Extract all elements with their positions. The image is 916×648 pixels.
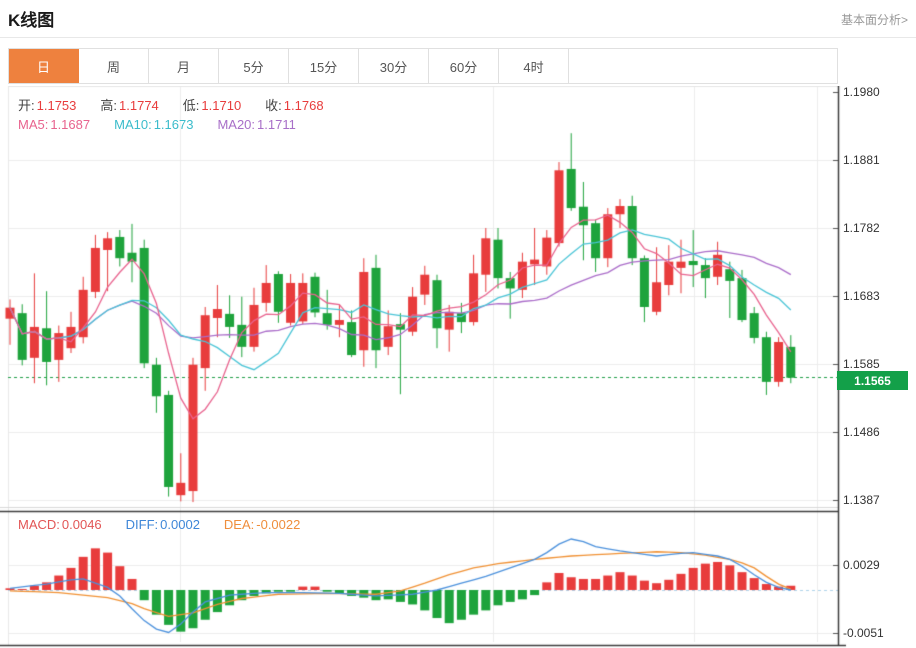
last-price-badge: 1.1565 — [837, 371, 908, 390]
y-axis-label: 1.1585 — [843, 357, 880, 371]
legend-item: 开:1.1753 — [18, 98, 82, 113]
ohlc-legend: 开:1.1753 高:1.1774 低:1.1710 收:1.1768 — [18, 95, 348, 114]
legend-item: 低:1.1710 — [183, 98, 247, 113]
period-tabbar: 日周月5分15分30分60分4时 — [8, 48, 838, 84]
period-tab-4[interactable]: 15分 — [289, 49, 359, 83]
legend-item: 收:1.1768 — [265, 98, 329, 113]
y-axis-label: 1.1782 — [843, 221, 880, 235]
page-title: K线图 — [8, 6, 54, 31]
ma-legend: MA5:1.1687 MA10:1.1673 MA20:1.1711 — [18, 117, 320, 132]
legend-item: MA20:1.1711 — [217, 117, 301, 132]
y-axis-label: 1.1980 — [843, 85, 880, 99]
period-tab-7[interactable]: 4时 — [499, 49, 569, 83]
macd-legend: MACD:0.0046 DIFF:0.0002 DEA:-0.0022 — [18, 517, 324, 532]
y-axis-label: 1.1387 — [843, 493, 880, 507]
y-axis-label: 1.1683 — [843, 289, 880, 303]
period-tab-5[interactable]: 30分 — [359, 49, 429, 83]
legend-item: 高:1.1774 — [100, 98, 164, 113]
y-axis-label: 0.0029 — [843, 558, 880, 572]
period-tab-3[interactable]: 5分 — [219, 49, 289, 83]
y-axis-label: -0.0051 — [843, 626, 884, 640]
title-divider — [0, 37, 916, 38]
fundamental-analysis-link[interactable]: 基本面分析> — [841, 11, 908, 28]
kline-chart-canvas — [0, 86, 916, 648]
legend-item: MACD:0.0046 — [18, 517, 108, 532]
legend-item: DIFF:0.0002 — [126, 517, 206, 532]
legend-item: DEA:-0.0022 — [224, 517, 306, 532]
period-tab-1[interactable]: 周 — [79, 49, 149, 83]
period-tab-2[interactable]: 月 — [149, 49, 219, 83]
legend-item: MA10:1.1673 — [114, 117, 199, 132]
period-tab-0[interactable]: 日 — [9, 49, 79, 83]
y-axis-label: 1.1486 — [843, 425, 880, 439]
period-tab-6[interactable]: 60分 — [429, 49, 499, 83]
y-axis-label: 1.1881 — [843, 153, 880, 167]
legend-item: MA5:1.1687 — [18, 117, 96, 132]
